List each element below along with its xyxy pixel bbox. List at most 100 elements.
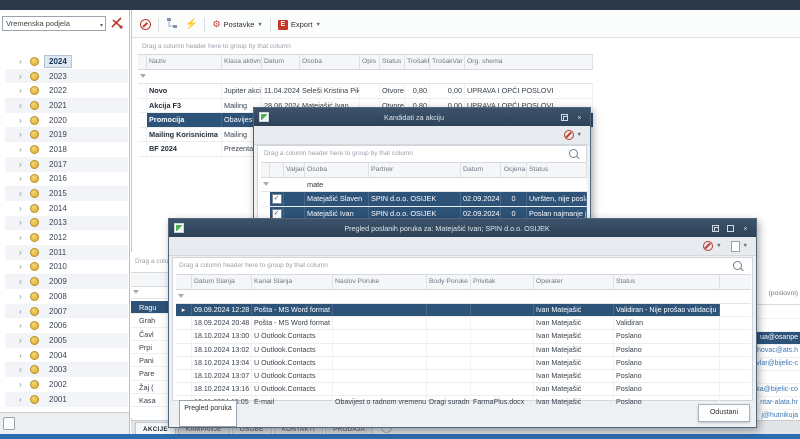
dialog-kandidati-titlebar[interactable]: Kandidati za akciju × bbox=[254, 108, 590, 126]
expand-arrow-icon[interactable]: › bbox=[19, 248, 30, 257]
chevron-down-icon[interactable]: ▼ bbox=[577, 132, 582, 138]
expand-arrow-icon[interactable]: › bbox=[19, 218, 30, 227]
tree-item-year[interactable]: ›2019 bbox=[5, 127, 128, 142]
column-header[interactable]: Klasa aktivnosti bbox=[222, 55, 262, 69]
column-header[interactable]: Datum Slanja bbox=[192, 275, 252, 289]
docked-tab-pregled-poruka[interactable]: Pregled poruka bbox=[179, 400, 237, 427]
tree-item-year[interactable]: ›2015 bbox=[5, 186, 128, 201]
table-row[interactable]: ka@bijelic-co bbox=[755, 384, 800, 397]
reload-icon[interactable] bbox=[140, 19, 151, 30]
table-row[interactable]: Pare bbox=[131, 367, 168, 380]
validation-icon[interactable] bbox=[564, 130, 574, 140]
tree-item-year[interactable]: ›2006 bbox=[5, 318, 128, 333]
poruke-filter-row[interactable] bbox=[176, 290, 751, 304]
column-header[interactable]: Status bbox=[380, 55, 405, 69]
tree-item-year[interactable]: ›2008 bbox=[5, 289, 128, 304]
expand-arrow-icon[interactable]: › bbox=[19, 292, 30, 301]
tree-item-year[interactable]: ›2021 bbox=[5, 98, 128, 113]
expand-arrow-icon[interactable]: › bbox=[19, 307, 30, 316]
table-row[interactable]: Žaj ( bbox=[131, 381, 168, 394]
panel-corner-icon[interactable] bbox=[3, 417, 15, 430]
tree-item-year[interactable]: ›2013 bbox=[5, 216, 128, 231]
search-icon[interactable] bbox=[569, 149, 578, 158]
time-division-combo[interactable]: Vremenska podjela ▾ bbox=[2, 16, 106, 31]
restore-icon[interactable] bbox=[561, 114, 568, 121]
filter-value-osoba[interactable]: mate bbox=[305, 178, 369, 191]
cancel-button[interactable]: Odustani bbox=[698, 404, 750, 422]
tree-item-year[interactable]: ›2001 bbox=[5, 392, 128, 407]
tree-item-year[interactable]: ›2009 bbox=[5, 274, 128, 289]
expand-arrow-icon[interactable]: › bbox=[19, 174, 30, 183]
table-row[interactable]: 18.10.2024 13:02U Outlook.ContactsIvan M… bbox=[176, 344, 751, 357]
expand-arrow-icon[interactable]: › bbox=[19, 351, 30, 360]
header-checkbox[interactable] bbox=[270, 163, 284, 177]
column-header[interactable]: Osoba bbox=[300, 55, 360, 69]
page-icon[interactable] bbox=[731, 241, 740, 252]
tree-item-year[interactable]: ›2005 bbox=[5, 333, 128, 348]
tree-item-year[interactable]: ›2004 bbox=[5, 348, 128, 363]
table-row[interactable]: NovoJupiter akcije11.04.2024Seleši Krist… bbox=[138, 84, 593, 99]
tree-item-year[interactable]: ›2003 bbox=[5, 362, 128, 377]
tree-item-year[interactable]: ›2023 bbox=[5, 69, 128, 84]
column-header[interactable]: Kanal Slanja bbox=[252, 275, 333, 289]
expand-arrow-icon[interactable]: › bbox=[19, 145, 30, 154]
table-row[interactable]: vlar@bijelic-c bbox=[755, 358, 800, 371]
column-header[interactable]: Body Poruke bbox=[427, 275, 471, 289]
column-header[interactable]: TrošakVar bbox=[430, 55, 465, 69]
close-icon[interactable]: × bbox=[574, 113, 585, 122]
column-header[interactable]: Opis bbox=[360, 55, 380, 69]
expand-arrow-icon[interactable]: › bbox=[19, 189, 30, 198]
tree-item-year[interactable]: ›2024 bbox=[5, 54, 128, 69]
expand-arrow-icon[interactable]: › bbox=[19, 86, 30, 95]
table-row[interactable]: 18.10.2024 13:00U Outlook.ContactsIvan M… bbox=[176, 330, 751, 343]
validation-icon[interactable] bbox=[703, 241, 713, 251]
postavke-button[interactable]: ⚙ Postavke ▼ bbox=[212, 19, 262, 30]
table-row[interactable]: Prpi bbox=[131, 341, 168, 354]
expand-arrow-icon[interactable]: › bbox=[19, 262, 30, 271]
expand-arrow-icon[interactable]: › bbox=[19, 321, 30, 330]
hierarchy-icon[interactable] bbox=[166, 16, 178, 34]
tree-item-year[interactable]: ›2020 bbox=[5, 113, 128, 128]
tree-item-year[interactable]: ›2012 bbox=[5, 230, 128, 245]
checkbox-icon[interactable]: ✓ bbox=[272, 194, 282, 204]
expand-arrow-icon[interactable]: › bbox=[19, 380, 30, 389]
search-icon[interactable] bbox=[733, 261, 742, 270]
expand-arrow-icon[interactable]: › bbox=[19, 395, 30, 404]
chevron-down-icon[interactable]: ▼ bbox=[716, 243, 721, 249]
table-row[interactable]: 18.10.2024 13:16U Outlook.ContactsIvan M… bbox=[176, 383, 751, 396]
table-row[interactable]: hovac@ats.h bbox=[755, 345, 800, 358]
column-header[interactable]: Ocjena bbox=[501, 163, 527, 177]
column-header[interactable]: Operater bbox=[534, 275, 614, 289]
table-row[interactable]: ntar-alata.hr bbox=[755, 397, 800, 410]
expand-arrow-icon[interactable]: › bbox=[19, 101, 30, 110]
column-header[interactable]: Partner bbox=[369, 163, 461, 177]
tree-item-year[interactable]: ›2011 bbox=[5, 245, 128, 260]
expand-arrow-icon[interactable]: › bbox=[19, 204, 30, 213]
table-row[interactable]: Pani bbox=[131, 354, 168, 367]
table-row[interactable]: Ragu bbox=[131, 301, 168, 314]
expand-arrow-icon[interactable]: › bbox=[19, 336, 30, 345]
expand-arrow-icon[interactable]: › bbox=[19, 277, 30, 286]
table-row[interactable] bbox=[755, 371, 800, 384]
tree-item-year[interactable]: ›2002 bbox=[5, 377, 128, 392]
column-header[interactable]: Valjan bbox=[284, 163, 305, 177]
tree-item-year[interactable]: ›2007 bbox=[5, 304, 128, 319]
table-row[interactable]: ✓Matejašić SlavenSPIN d.o.o. OSIJEK02.09… bbox=[261, 192, 587, 207]
tree-item-year[interactable]: ›2018 bbox=[5, 142, 128, 157]
expand-arrow-icon[interactable]: › bbox=[19, 72, 30, 81]
chevron-down-icon[interactable]: ▼ bbox=[743, 243, 748, 249]
tree-item-year[interactable]: ›2014 bbox=[5, 201, 128, 216]
table-row[interactable] bbox=[755, 319, 800, 332]
kandidati-filter-row[interactable]: mate bbox=[261, 178, 587, 192]
persons-grid-filter-row[interactable] bbox=[131, 286, 168, 299]
tree-item-year[interactable]: ›2017 bbox=[5, 157, 128, 172]
table-row[interactable]: ▸09.09.2024 12:28Pošta - MS Word formatI… bbox=[176, 304, 751, 317]
close-icon[interactable]: × bbox=[740, 224, 751, 233]
maximize-icon[interactable] bbox=[727, 225, 734, 232]
expand-arrow-icon[interactable]: › bbox=[19, 116, 30, 125]
column-header[interactable]: Org. shema bbox=[465, 55, 593, 69]
dialog-poruke-titlebar[interactable]: Pregled poslanih poruka za: Matejašić Iv… bbox=[169, 219, 756, 237]
expand-arrow-icon[interactable]: › bbox=[19, 57, 30, 66]
export-button[interactable]: E Export ▼ bbox=[278, 20, 321, 30]
column-header[interactable]: Naziv bbox=[147, 55, 222, 69]
